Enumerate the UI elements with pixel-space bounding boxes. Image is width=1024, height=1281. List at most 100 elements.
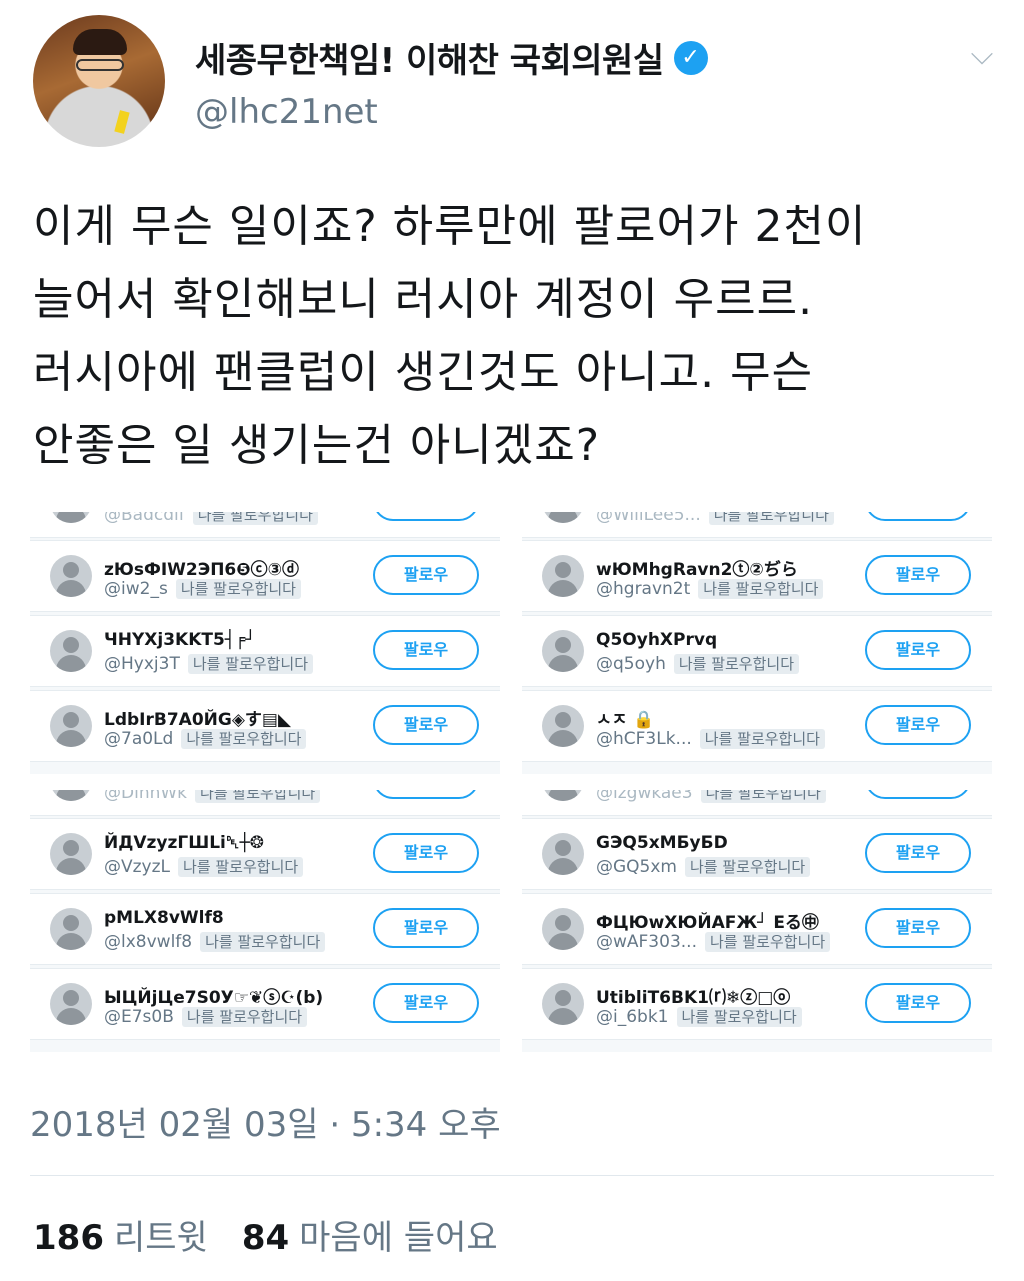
follower-handle-text: @iw2_s (104, 579, 168, 599)
follower-row[interactable]: pMLX8vWlf8 @lx8vwlf8 나를 팔로우합니다 팔로우 (30, 893, 500, 965)
follower-row[interactable]: @WillLee5... 나를 팔로우합니다 팔로우 (522, 512, 992, 538)
default-avatar-icon[interactable] (50, 908, 92, 950)
like-count[interactable]: 84 (242, 1218, 289, 1258)
follow-button[interactable]: 팔로우 (373, 705, 479, 745)
default-avatar-icon[interactable] (542, 705, 584, 747)
follower-name[interactable]: ЙДVzyzГШLi␡┼❂ (104, 833, 264, 853)
tweet-timestamp[interactable]: 2018년 02월 03일 · 5:34 오후 (30, 1097, 501, 1146)
follower-handle: @DlnnWk 나를 팔로우합니다 (104, 790, 321, 803)
default-avatar-icon[interactable] (50, 705, 92, 747)
follow-button[interactable]: 팔로우 (865, 705, 971, 745)
follower-handle: @7a0Ld 나를 팔로우합니다 (104, 729, 307, 749)
like-label[interactable]: 마음에 들어요 (299, 1210, 498, 1259)
follow-button[interactable]: 팔로우 (865, 908, 971, 948)
follow-button[interactable]: 팔로우 (865, 555, 971, 595)
default-avatar-icon[interactable] (542, 630, 584, 672)
default-avatar-icon[interactable] (50, 555, 92, 597)
author-handle[interactable]: @lhc21net (195, 92, 378, 132)
follower-name[interactable]: ФЦЮwXЮЙAFЖ┘ Eる㊥ (596, 908, 819, 933)
follower-row[interactable]: ЙДVzyzГШLi␡┼❂ @VzyzL 나를 팔로우합니다 팔로우 (30, 818, 500, 890)
follower-row[interactable]: ЧHYXj3KKT5┤╒┘ @Hyxj3T 나를 팔로우합니다 팔로우 (30, 615, 500, 687)
follower-handle: @q5oyh 나를 팔로우합니다 (596, 654, 800, 674)
follower-name[interactable]: ㅅㅈ 🔒 (596, 705, 654, 730)
default-avatar-icon[interactable] (542, 790, 584, 801)
profile-avatar[interactable] (33, 15, 165, 147)
default-avatar-icon[interactable] (50, 790, 92, 801)
author-display-name[interactable]: 세종무한책임! 이해찬 국회의원실 (195, 33, 664, 82)
follower-row[interactable]: UtibliT6BK1⒭❄ⓩ□ⓞ @i_6bk1 나를 팔로우합니다 팔로우 (522, 968, 992, 1040)
attached-screenshot-top-right[interactable]: @WillLee5...나를 팔로우합니다팔로우wЮMhgRavn2ⓣ②ぢら@h… (522, 512, 992, 774)
follower-name[interactable]: ЫЦЙjЦe7S0У☞❦ⓢ☪(b) (104, 983, 323, 1008)
follower-name[interactable]: UtibliT6BK1⒭❄ⓩ□ⓞ (596, 983, 790, 1008)
follower-row[interactable]: @izgwkae3 나를 팔로우합니다 팔로우 (522, 790, 992, 816)
follower-row[interactable]: @DlnnWk 나를 팔로우합니다 팔로우 (30, 790, 500, 816)
follow-button[interactable]: 팔로우 (865, 630, 971, 670)
follower-row[interactable]: ЫЦЙjЦe7S0У☞❦ⓢ☪(b) @E7s0B 나를 팔로우합니다 팔로우 (30, 968, 500, 1040)
author-name-row[interactable]: 세종무한책임! 이해찬 국회의원실 ✓ (195, 33, 708, 82)
follower-name[interactable]: GЭQ5xMБуБD (596, 833, 728, 853)
follow-button[interactable]: 팔로우 (373, 908, 479, 948)
follower-name[interactable]: LdbIrB7A0ЙG◈す▤◣ (104, 705, 291, 730)
default-avatar-icon[interactable] (50, 833, 92, 875)
retweet-count[interactable]: 186 (33, 1218, 104, 1258)
follower-row[interactable]: Q5OyhXPrvq @q5oyh 나를 팔로우합니다 팔로우 (522, 615, 992, 687)
default-avatar-icon[interactable] (542, 512, 584, 523)
follow-button[interactable]: 팔로우 (373, 555, 479, 595)
follower-handle: @hgravn2t 나를 팔로우합니다 (596, 579, 824, 599)
avatar-hair (73, 29, 127, 55)
follow-button[interactable]: 팔로우 (865, 512, 971, 521)
attached-screenshot-top-left[interactable]: @Badcdlf나를 팔로우합니다팔로우zЮsФIW2ЭП6❺ⓒ③ⓓ@iw2_s… (30, 512, 500, 774)
follower-name[interactable]: pMLX8vWlf8 (104, 908, 224, 928)
follow-button[interactable]: 팔로우 (865, 833, 971, 873)
follow-button[interactable]: 팔로우 (865, 790, 971, 799)
follows-you-badge: 나를 팔로우합니다 (673, 654, 800, 674)
follower-row[interactable]: ФЦЮwXЮЙAFЖ┘ Eる㊥ @wAF303... 나를 팔로우합니다 팔로우 (522, 893, 992, 965)
follower-name[interactable]: wЮMhgRavn2ⓣ②ぢら (596, 555, 798, 580)
default-avatar-icon[interactable] (542, 983, 584, 1025)
follow-button[interactable]: 팔로우 (373, 983, 479, 1023)
follower-name[interactable]: zЮsФIW2ЭП6❺ⓒ③ⓓ (104, 555, 299, 580)
follow-button[interactable]: 팔로우 (373, 790, 479, 799)
retweet-label[interactable]: 리트윗 (114, 1210, 208, 1259)
follows-you-badge: 나를 팔로우합니다 (699, 729, 825, 749)
follower-row[interactable]: GЭQ5xMБуБD @GQ5xm 나를 팔로우합니다 팔로우 (522, 818, 992, 890)
follows-you-badge: 나를 팔로우합니다 (195, 790, 321, 803)
default-avatar-icon[interactable] (50, 630, 92, 672)
follower-row[interactable]: ㅅㅈ 🔒 @hCF3Lk... 나를 팔로우합니다 팔로우 (522, 690, 992, 762)
follow-button[interactable]: 팔로우 (373, 630, 479, 670)
follower-handle-text: @hgravn2t (596, 579, 691, 599)
follower-row[interactable]: wЮMhgRavn2ⓣ②ぢら @hgravn2t 나를 팔로우합니다 팔로우 (522, 540, 992, 612)
follower-handle-text: @E7s0B (104, 1007, 174, 1027)
attached-screenshot-bottom-right[interactable]: @izgwkae3나를 팔로우합니다팔로우GЭQ5xMБуБD@GQ5xm나를 … (522, 790, 992, 1052)
follow-button[interactable]: 팔로우 (865, 983, 971, 1023)
follows-you-badge: 나를 팔로우합니다 (187, 654, 313, 674)
follower-row[interactable]: @Badcdlf 나를 팔로우합니다 팔로우 (30, 512, 500, 538)
default-avatar-icon[interactable] (50, 983, 92, 1025)
follower-handle: @VzyzL 나를 팔로우합니다 (104, 857, 304, 877)
tweet-text: 이게 무슨 일이죠? 하루만에 팔로어가 2천이 늘어서 확인해보니 러시아 계… (33, 201, 867, 471)
follower-row[interactable]: LdbIrB7A0ЙG◈す▤◣ @7a0Ld 나를 팔로우합니다 팔로우 (30, 690, 500, 762)
default-avatar-icon[interactable] (50, 512, 92, 523)
follow-button[interactable]: 팔로우 (373, 512, 479, 521)
follow-button[interactable]: 팔로우 (373, 833, 479, 873)
divider (30, 1175, 994, 1176)
chevron-down-icon[interactable]: ⌵ (965, 38, 999, 72)
follower-name[interactable]: Q5OyhXPrvq (596, 630, 717, 650)
follower-row[interactable]: zЮsФIW2ЭП6❺ⓒ③ⓓ @iw2_s 나를 팔로우합니다 팔로우 (30, 540, 500, 612)
follower-handle-text: @GQ5xm (596, 857, 677, 877)
follows-you-badge: 나를 팔로우합니다 (178, 857, 304, 877)
default-avatar-icon[interactable] (542, 833, 584, 875)
avatar-ribbon (114, 110, 130, 134)
tweet-header: 세종무한책임! 이해찬 국회의원실 ✓ @lhc21net ⌵ (0, 0, 1024, 170)
follower-name[interactable]: ЧHYXj3KKT5┤╒┘ (104, 630, 256, 650)
follower-handle-text: @WillLee5... (596, 512, 701, 525)
follows-you-badge: 나를 팔로우합니다 (181, 1007, 308, 1027)
follows-you-badge: 나를 팔로우합니다 (192, 512, 318, 525)
default-avatar-icon[interactable] (542, 555, 584, 597)
follower-handle-text: @lx8vwlf8 (104, 932, 193, 952)
attached-screenshot-bottom-left[interactable]: @DlnnWk나를 팔로우합니다팔로우ЙДVzyzГШLi␡┼❂@VzyzL나를… (30, 790, 500, 1052)
default-avatar-icon[interactable] (542, 908, 584, 950)
follower-handle: @E7s0B 나를 팔로우합니다 (104, 1007, 308, 1027)
follower-handle-text: @q5oyh (596, 654, 666, 674)
tweet-stats: 186 리트윗 84 마음에 들어요 (33, 1210, 532, 1259)
